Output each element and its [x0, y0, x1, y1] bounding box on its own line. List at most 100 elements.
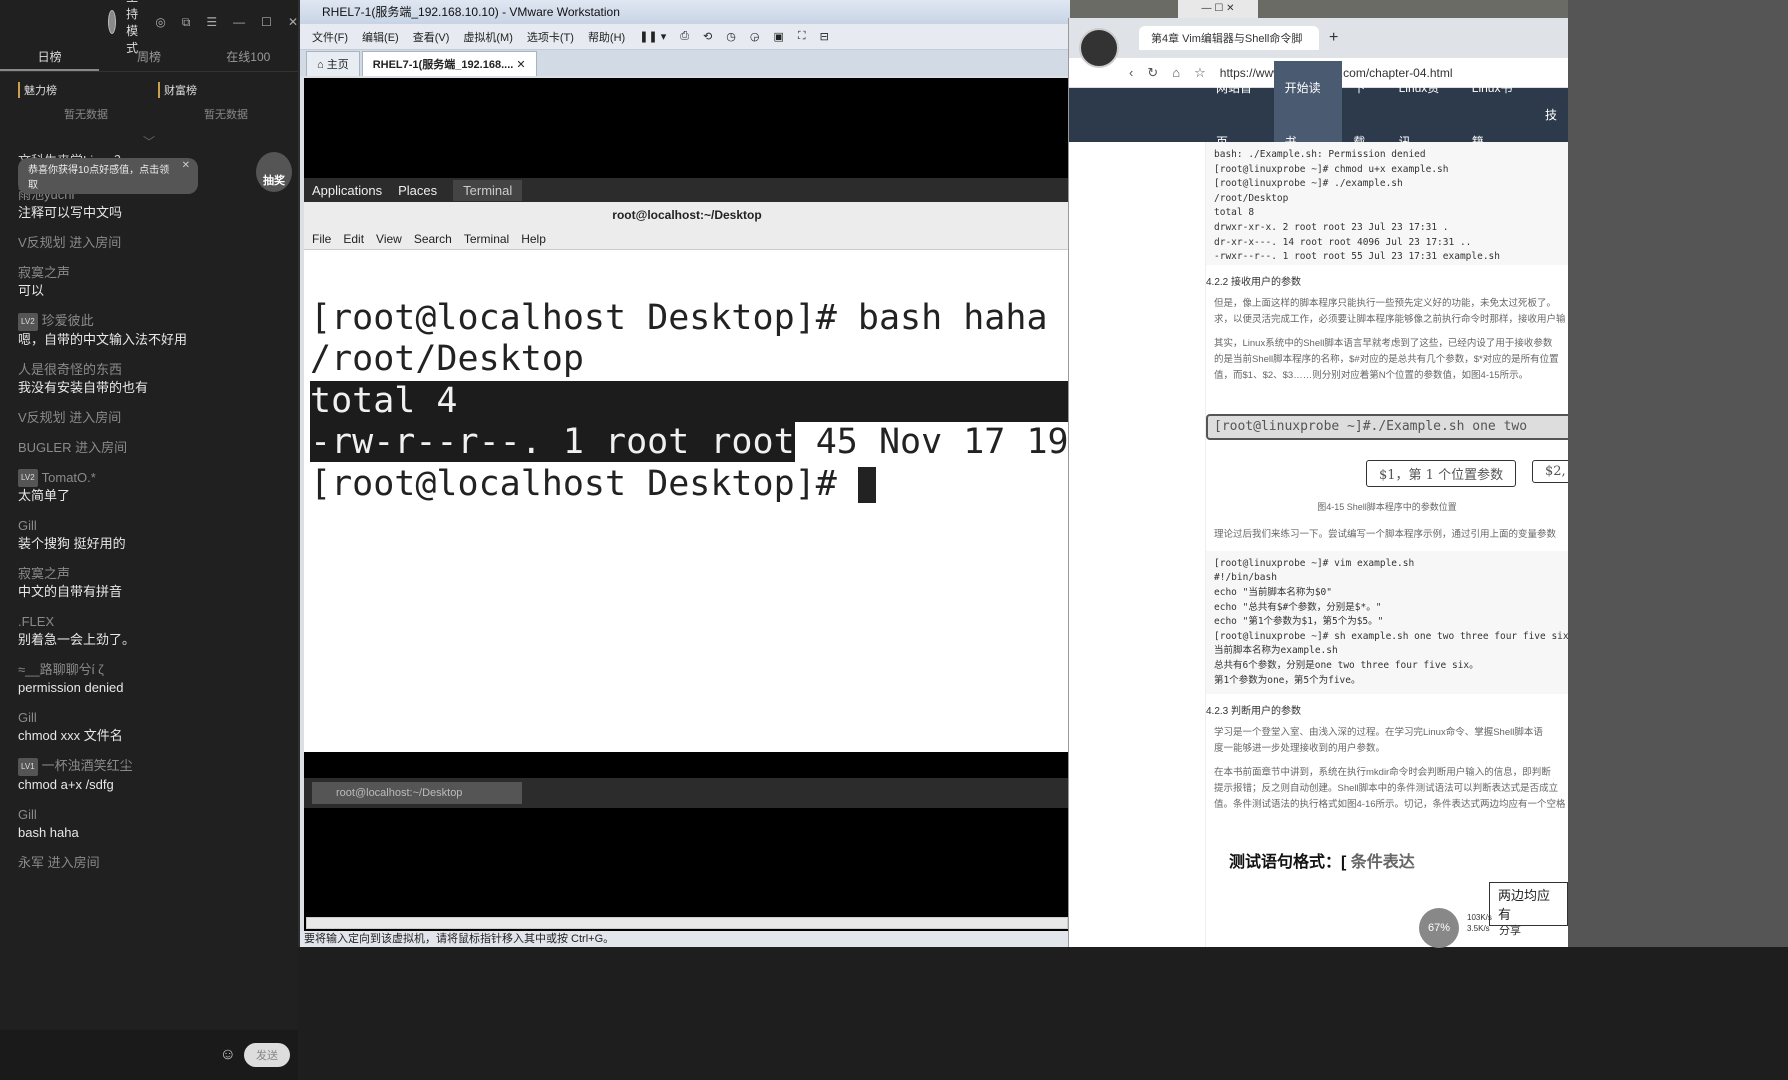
message-user-name: 珍爱彼此: [41, 313, 94, 328]
close-icon[interactable]: ✕: [288, 15, 298, 29]
paragraph-line: 值，而$1、$2、$3……则分别对应着第N个位置的参数值，如图4-15所示。: [1214, 369, 1529, 381]
chat-topbar: 主持模式 ◎ ⧉ ☰ — ☐ ✕: [0, 0, 298, 55]
gnome-places[interactable]: Places: [398, 183, 437, 198]
send-button[interactable]: 发送: [244, 1043, 290, 1067]
terminal-menu-edit[interactable]: Edit: [343, 232, 364, 246]
vm-tabs: ⌂ 主页 RHEL7-1(服务端_192.168.... ✕: [300, 50, 1070, 76]
share-button[interactable]: 分享: [1499, 922, 1521, 938]
emoji-icon[interactable]: ☺: [220, 1046, 236, 1064]
toast-close-icon[interactable]: ✕: [182, 160, 190, 171]
taskbar-terminal-item[interactable]: root@localhost:~/Desktop: [312, 782, 522, 804]
chevron-down-icon[interactable]: ﹀: [0, 134, 298, 150]
menu-help[interactable]: 帮助(H): [588, 29, 625, 45]
tab-online[interactable]: 在线100: [199, 44, 298, 71]
terminal-output[interactable]: [root@localhost Desktop]# bash haha/root…: [304, 250, 1070, 588]
message-text: 装个搜狗 挺好用的: [18, 536, 126, 552]
speed-widget[interactable]: 67%: [1419, 908, 1459, 948]
message-text: bash haha: [18, 824, 79, 840]
browser-tab[interactable]: 第4章 Vim编辑器与Shell命令脚: [1139, 26, 1319, 50]
terminal-line: [root@localhost Desktop]#: [310, 464, 1070, 506]
tab-home[interactable]: ⌂ 主页: [306, 51, 360, 76]
host-avatar[interactable]: [108, 10, 117, 34]
list-item: V反规划 进入房间: [0, 234, 298, 252]
terminal-window[interactable]: root@localhost:~/Desktop File Edit View …: [304, 202, 1070, 752]
terminal-line: total 4: [310, 380, 1070, 422]
lottery-button[interactable]: 抽奖: [256, 152, 292, 192]
site-nav: 网站首页 开始读书 下载 Linux资讯 Linux书籍 技: [1069, 61, 1568, 169]
view-icon[interactable]: ▣: [773, 30, 783, 43]
tab-weekly[interactable]: 周榜: [99, 44, 198, 71]
minimize-icon[interactable]: —: [233, 15, 245, 29]
tab-close-icon[interactable]: ✕: [513, 59, 525, 71]
message-user: Gill: [18, 806, 37, 822]
reload-icon[interactable]: ↻: [1147, 65, 1158, 81]
nav-more[interactable]: 技: [1534, 88, 1568, 142]
message-text: chmod a+x /sdfg: [18, 776, 114, 792]
fullscreen-icon[interactable]: ⛶: [798, 30, 806, 43]
revert-icon[interactable]: ⟲: [703, 30, 712, 43]
terminal-menu-view[interactable]: View: [376, 232, 402, 246]
menu-view[interactable]: 查看(V): [413, 29, 450, 45]
list-item: 人是很奇怪的东西 我没有安装自带的也有: [0, 361, 298, 397]
list-item: 永军 进入房间: [0, 854, 298, 872]
horizontal-scrollbar[interactable]: [306, 917, 1068, 929]
tab-vm[interactable]: RHEL7-1(服务端_192.168.... ✕: [361, 51, 537, 76]
list-item: Gill 装个搜狗 挺好用的: [0, 517, 298, 553]
list-item: V反规划 进入房间: [0, 409, 298, 427]
paragraph: 但是，像上面这样的脚本程序只能执行一些预先定义好的功能，未免太过死板了。 求，以便…: [1206, 296, 1568, 328]
vm-screen[interactable]: Applications Places Terminal root@localh…: [304, 78, 1070, 938]
popout-icon[interactable]: ⧉: [182, 15, 191, 30]
manager-icon[interactable]: ◶: [750, 30, 760, 43]
maximize-icon[interactable]: ☐: [261, 15, 272, 29]
message-user: Gill: [18, 710, 37, 726]
menu-tabs[interactable]: 选项卡(T): [527, 29, 574, 45]
message-user: Gill: [18, 518, 37, 534]
figure-callout: $2,: [1532, 459, 1568, 483]
paragraph-line: 但是，像上面这样的脚本程序只能执行一些预先定义好的功能，未免太过死板了。: [1214, 297, 1557, 309]
list-item: LV2 珍爱彼此 嗯，自带的中文输入法不好用: [0, 312, 298, 349]
paragraph-line: 度一能够进一步处理接收到的用户参数。: [1214, 743, 1386, 755]
menu-vm[interactable]: 虚拟机(M): [463, 29, 513, 45]
menu-icon[interactable]: ☰: [206, 15, 217, 29]
figure-callout: $1，第 1 个位置参数: [1366, 459, 1517, 487]
terminal-menu-file[interactable]: File: [312, 232, 331, 246]
terminal-menu-terminal[interactable]: Terminal: [464, 232, 509, 246]
message-text: 太简单了: [18, 488, 71, 504]
snapshot-icon[interactable]: ⎙: [680, 30, 689, 43]
message-user: V反规划 进入房间: [18, 409, 122, 425]
wealth-rank: 财富榜 暂无数据: [158, 82, 298, 134]
figure-caption: 图4-15 Shell脚本程序中的参数位置: [1317, 501, 1457, 512]
settings-icon[interactable]: ◎: [155, 15, 165, 29]
figure-title: 测试语句格式：[ 条件表达: [1229, 848, 1415, 872]
message-user: 寂寞之声: [18, 566, 71, 582]
message-text: 嗯，自带的中文输入法不好用: [18, 331, 188, 347]
gnome-applications[interactable]: Applications: [312, 183, 382, 198]
terminal-menu-help[interactable]: Help: [521, 232, 546, 246]
menu-file[interactable]: 文件(F): [312, 29, 348, 45]
back-icon[interactable]: ‹: [1129, 65, 1133, 80]
tab-home-label: 主页: [326, 59, 349, 71]
message-text: 可以: [18, 283, 45, 298]
tab-daily[interactable]: 日榜: [0, 44, 100, 71]
home-icon[interactable]: ⌂: [1172, 65, 1180, 80]
unity-icon[interactable]: ⊟: [820, 30, 829, 43]
menu-edit[interactable]: 编辑(E): [362, 29, 399, 45]
terminal-menu-search[interactable]: Search: [414, 232, 452, 246]
message-user: BUGLER 进入房间: [18, 439, 128, 455]
clock-icon[interactable]: ◷: [726, 30, 736, 43]
paragraph-line: 的是当前Shell脚本程序的名称，$#对应的是总共有几个参数，$*对应的是所有位…: [1214, 353, 1559, 365]
pause-icon[interactable]: ❚❚ ▾: [639, 30, 666, 43]
terminal-line: -rw-r--r--. 1 root root 45 Nov 17 19: [310, 422, 1070, 464]
new-tab-icon[interactable]: +: [1329, 29, 1338, 47]
profile-avatar[interactable]: [1079, 28, 1119, 68]
code-block: bash: ./Example.sh: Permission denied [r…: [1206, 142, 1568, 265]
window-title: RHEL7-1(服务端_192.168.10.10) - VMware Work…: [300, 0, 1070, 24]
home-icon: ⌂: [317, 59, 327, 71]
reward-toast[interactable]: 恭喜你获得10点好感值，点击领取 ✕: [18, 158, 198, 194]
charm-rank: 魅力榜 暂无数据: [18, 82, 158, 134]
figure-callout: 两边均应有: [1489, 882, 1568, 926]
browser-window-controls[interactable]: — ☐ ✕: [1178, 0, 1258, 18]
gnome-terminal[interactable]: Terminal: [453, 179, 523, 201]
paragraph: 理论过后我们来练习一下。尝试编写一个脚本程序示例，通过引用上面的变量参数: [1214, 528, 1557, 540]
paragraph-line: 其实，Linux系统中的Shell脚本语言早就考虑到了这些，已经内设了用于接收参…: [1214, 337, 1553, 349]
